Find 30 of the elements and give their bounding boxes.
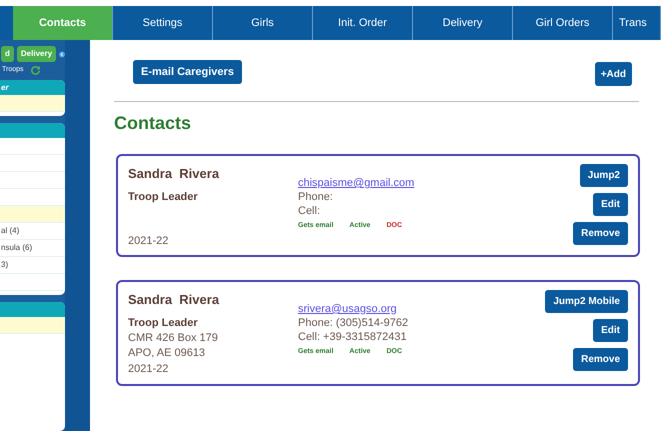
panel-header: er	[0, 80, 65, 95]
email-link[interactable]: chispaisme@gmail.com	[298, 176, 414, 190]
contact-year: 2021-22	[128, 362, 170, 377]
refresh-icon[interactable]	[30, 65, 41, 76]
add-button[interactable]: +Add	[594, 62, 632, 86]
panel-row[interactable]	[0, 95, 65, 112]
page-heading: Contacts	[114, 112, 192, 135]
card-button[interactable]: Remove	[573, 222, 628, 245]
card-button[interactable]: Jump2	[580, 164, 628, 187]
email-link[interactable]: srivera@usagso.org	[298, 302, 397, 316]
card-button[interactable]: Remove	[573, 348, 628, 371]
contact-name: Sandra Rivera	[128, 165, 220, 183]
phone-text: Phone: (305)514-9762	[298, 316, 410, 330]
address-line: APO, AE 09613	[128, 346, 206, 361]
address-line: CMR 426 Box 179	[128, 331, 219, 346]
card-button[interactable]: Edit	[593, 319, 628, 342]
email-caregivers-button[interactable]: E-mail Caregivers	[133, 60, 242, 84]
contact-role: Troop Leader	[128, 190, 199, 204]
contact-role: Troop Leader	[128, 316, 199, 330]
cell-text: Cell:	[298, 204, 322, 218]
contact-year: 2021-22	[128, 234, 170, 248]
panel-row[interactable]	[0, 317, 65, 334]
panel-header	[0, 302, 65, 317]
card-button[interactable]: Edit	[593, 193, 628, 216]
cell-text: Cell: +39-3315872431	[298, 330, 408, 344]
phone-text: Phone:	[298, 190, 334, 204]
panel-header	[0, 123, 65, 138]
contact-name: Sandra Rivera	[128, 291, 220, 309]
card-button[interactable]: Jump2 Mobile	[545, 290, 628, 313]
panel-row[interactable]	[0, 206, 65, 223]
